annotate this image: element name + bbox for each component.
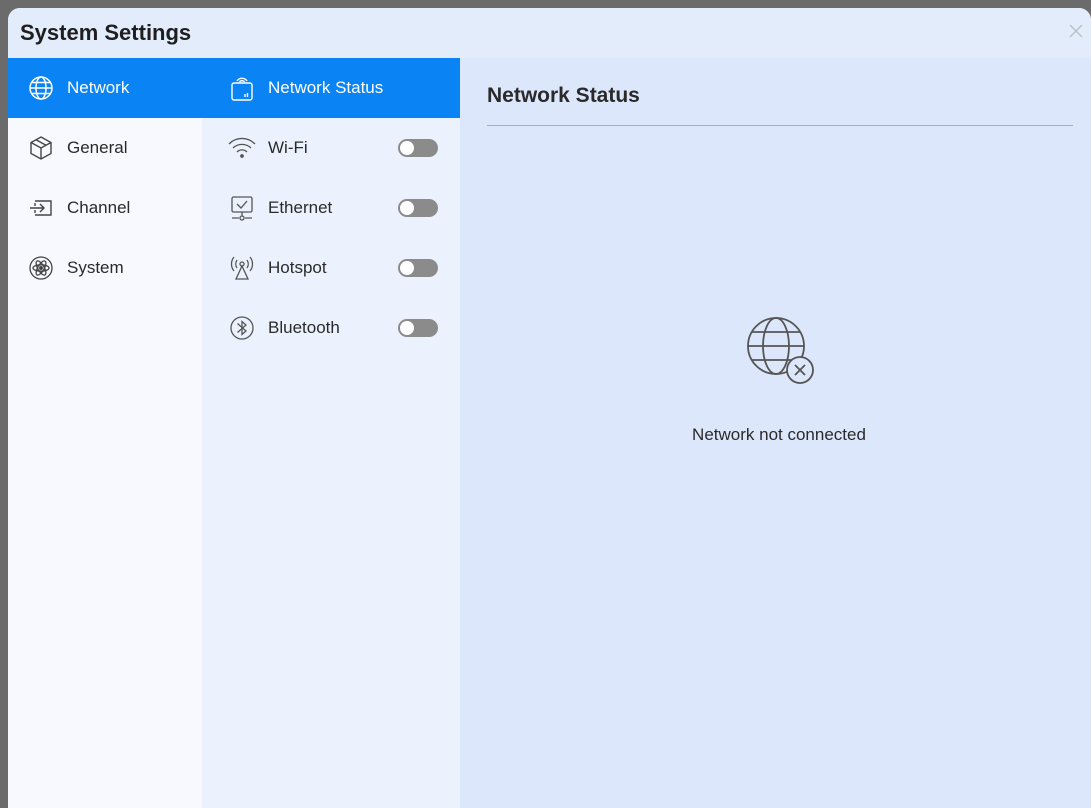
bluetooth-icon	[226, 312, 258, 344]
sidebar-item-system[interactable]: System	[8, 238, 202, 298]
subnav-item-network-status[interactable]: Network Status	[202, 58, 460, 118]
subnav-item-ethernet[interactable]: Ethernet	[202, 178, 460, 238]
subnav-item-label: Bluetooth	[268, 318, 340, 337]
ethernet-icon	[226, 192, 258, 224]
subnav-item-hotspot[interactable]: Hotspot	[202, 238, 460, 298]
globe-disconnected-icon	[738, 310, 818, 390]
hotspot-icon	[226, 252, 258, 284]
subnav-item-label: Network Status	[268, 78, 384, 97]
title-bar: System Settings	[8, 8, 1091, 58]
hotspot-toggle[interactable]	[398, 259, 438, 277]
ethernet-toggle[interactable]	[398, 199, 438, 217]
subnav-item-label: Wi-Fi	[268, 138, 308, 157]
settings-window: System Settings Network General Channel …	[8, 8, 1091, 808]
atom-icon	[27, 254, 55, 282]
globe-icon	[27, 74, 55, 102]
cube-icon	[27, 134, 55, 162]
wifi-toggle[interactable]	[398, 139, 438, 157]
window-title: System Settings	[20, 20, 192, 45]
subnav-item-label: Hotspot	[268, 258, 327, 277]
network-subnav: Network Status Wi-Fi Ethernet Hotspot Bl…	[202, 58, 460, 808]
wifi-icon	[226, 132, 258, 164]
sidebar: Network General Channel System	[8, 58, 202, 808]
sidebar-item-label: General	[67, 138, 128, 157]
sidebar-item-label: System	[67, 258, 124, 277]
sidebar-item-network[interactable]: Network	[8, 58, 202, 118]
page-title: Network Status	[487, 84, 640, 107]
content-panel: Network Status Network not connected	[460, 58, 1091, 808]
sidebar-item-general[interactable]: General	[8, 118, 202, 178]
status-message: Network not connected	[692, 425, 866, 444]
subnav-item-bluetooth[interactable]: Bluetooth	[202, 298, 460, 358]
subnav-item-wifi[interactable]: Wi-Fi	[202, 118, 460, 178]
close-icon[interactable]	[1065, 20, 1087, 42]
router-icon	[226, 72, 258, 104]
title-divider	[487, 125, 1073, 126]
sidebar-item-label: Channel	[67, 198, 131, 217]
sidebar-item-label: Network	[67, 78, 130, 97]
bluetooth-toggle[interactable]	[398, 319, 438, 337]
input-icon	[27, 194, 55, 222]
subnav-item-label: Ethernet	[268, 198, 333, 217]
sidebar-item-channel[interactable]: Channel	[8, 178, 202, 238]
